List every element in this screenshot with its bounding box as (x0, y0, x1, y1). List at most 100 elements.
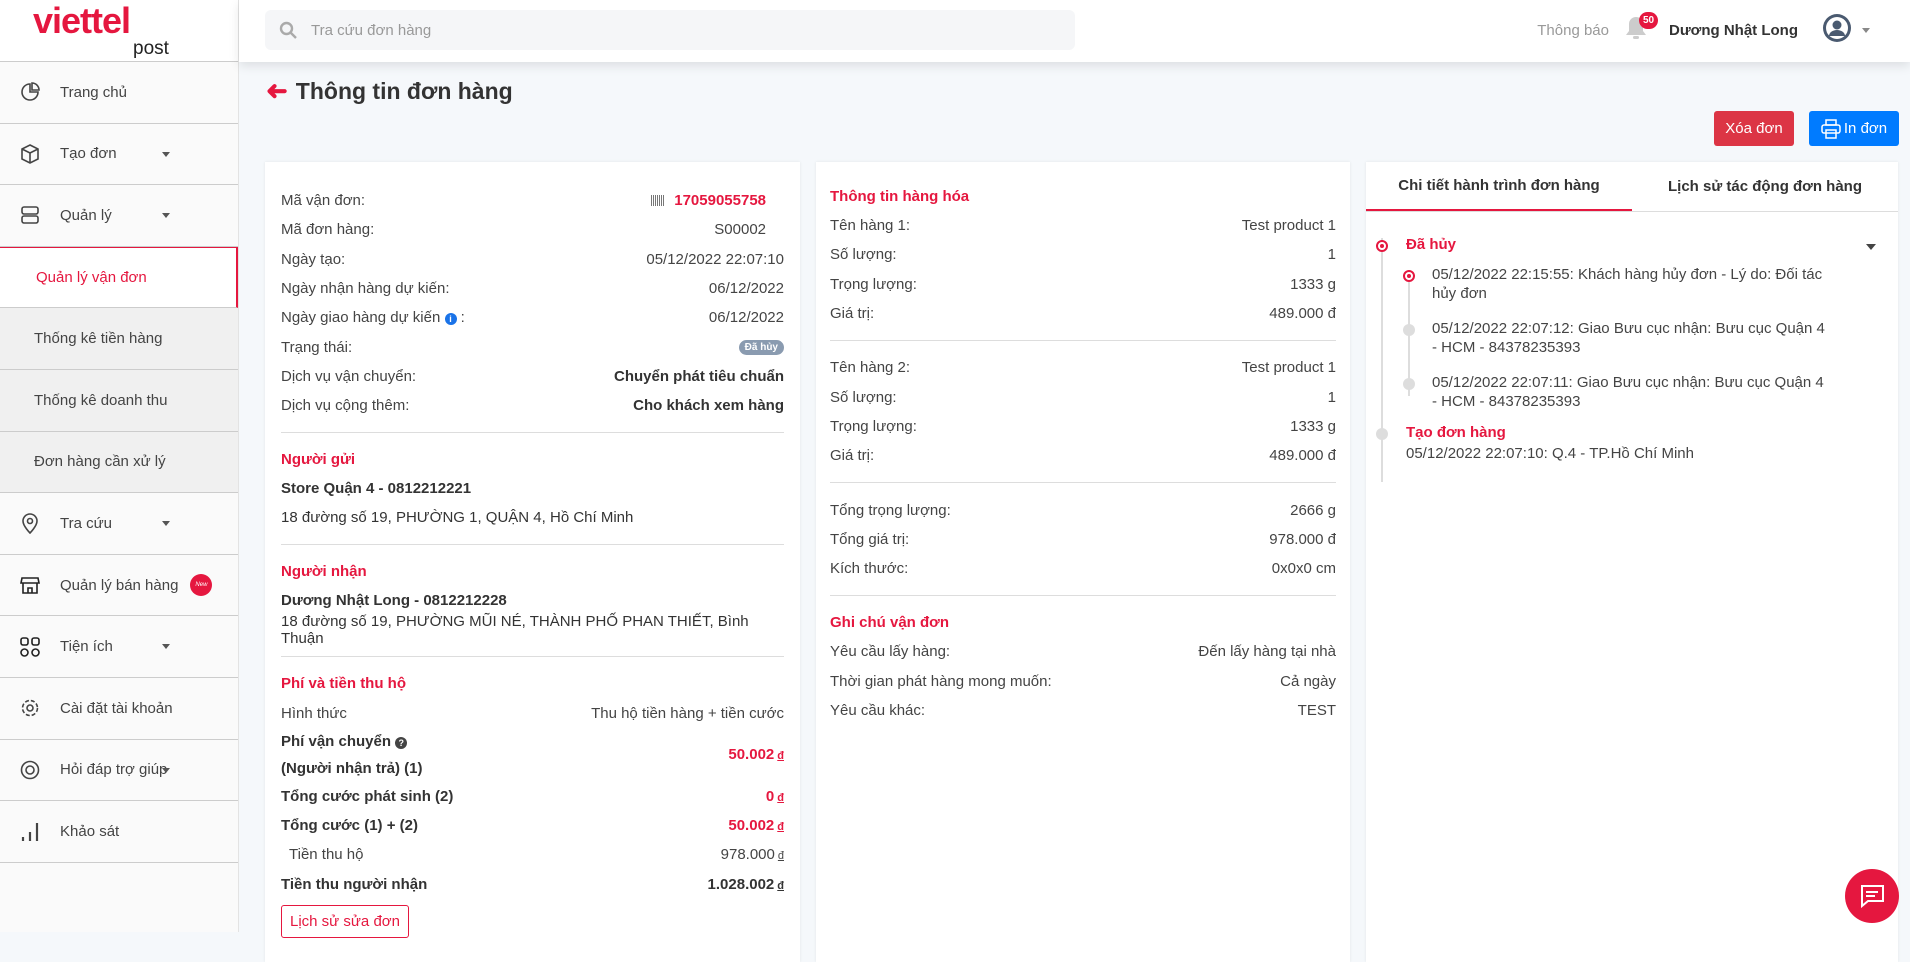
user-name[interactable]: Dương Nhật Long (1669, 22, 1798, 39)
created-order-title: Tạo đơn hàng (1406, 424, 1506, 441)
label: Kích thước: (830, 560, 909, 578)
expected-pickup-date: 06/12/2022 (708, 280, 784, 298)
sidebar-item-revenue-stats[interactable]: Thống kê doanh thu (0, 369, 238, 432)
sidebar-item-label: Trang chủ (60, 83, 127, 101)
caret-down-icon (162, 644, 170, 650)
sidebar-item-label: Quản lý bán hàng (60, 576, 179, 594)
sidebar-item-label: Quản lý (60, 206, 112, 224)
print-label: In đơn (1843, 120, 1888, 137)
notes-title: Ghi chú vận đơn (830, 614, 950, 632)
sidebar-item-manage[interactable]: Quản lý (0, 185, 238, 247)
status-cancelled[interactable]: Đã hủy (1406, 236, 1456, 253)
sidebar-item-create-order[interactable]: Tạo đơn (0, 124, 238, 186)
sidebar-item-goods-stats[interactable]: Thống kê tiền hàng (0, 308, 238, 370)
goods-row: Số lượng: 1 (830, 382, 1336, 411)
tab-journey-detail[interactable]: Chi tiết hành trình đơn hàng (1366, 162, 1632, 211)
weight: 1333 g (1290, 417, 1336, 435)
label: Hình thức (281, 704, 347, 722)
collapse-caret-icon[interactable] (1866, 244, 1876, 250)
total-value: 978.000 đ (1269, 530, 1336, 548)
bell-icon[interactable]: 50 (1625, 12, 1659, 45)
label: Tên hàng 1: (830, 217, 911, 235)
label: (Người nhận trả) (1) (281, 759, 423, 777)
product-name: Test product 1 (1241, 359, 1336, 377)
fees-title: Phí và tiền thu hộ (281, 675, 407, 693)
logo-sub: post (133, 38, 169, 59)
dimensions: 0x0x0 cm (1271, 560, 1336, 578)
page-title: ➜ Thông tin đơn hàng (266, 76, 513, 107)
label: Dịch vụ vận chuyển: (281, 367, 417, 385)
waybill-code[interactable]: 17059055758 (674, 192, 766, 209)
label: Số lượng: (830, 388, 897, 406)
label: Tổng cước phát sinh (2) (281, 787, 454, 805)
timeline-dot (1403, 324, 1415, 336)
sidebar-item-sales[interactable]: Quản lý bán hàng New (0, 555, 238, 617)
notifications-label[interactable]: Thông báo (1537, 22, 1609, 39)
label: Ngày tạo: (281, 250, 346, 268)
tab-action-history[interactable]: Lịch sử tác động đơn hàng (1632, 162, 1898, 211)
gear-icon (0, 698, 60, 718)
delivery-time: Cả ngày (1280, 672, 1336, 690)
value: 489.000 đ (1269, 305, 1336, 323)
sidebar-item-label: Khảo sát (60, 822, 120, 840)
caret-down-icon[interactable] (1862, 27, 1870, 33)
total-fee: 50.002 (728, 817, 775, 835)
sidebar-item-manage-waybill[interactable]: Quản lý vận đơn (0, 246, 238, 309)
search-input[interactable]: Tra cứu đơn hàng (265, 10, 1075, 50)
extra-fee: 0 (765, 787, 775, 805)
server-icon (0, 205, 60, 225)
sidebar-item-label: Thống kê tiền hàng (34, 330, 163, 348)
divider (281, 544, 784, 546)
sidebar-item-utilities[interactable]: Tiện ích (0, 616, 238, 678)
timeline: Đã hủy 05/12/2022 22:15:55: Khách hàng h… (1366, 212, 1898, 482)
goods-title: Thông tin hàng hóa (830, 188, 970, 205)
back-arrow-icon[interactable]: ➜ (266, 76, 288, 107)
sidebar-item-label: Cài đặt tài khoản (60, 699, 173, 717)
timeline-dot-active (1376, 240, 1388, 252)
edit-history-button[interactable]: Lịch sử sửa đơn (281, 904, 409, 938)
sidebar-item-home[interactable]: Trang chủ (0, 62, 238, 124)
goods-row: Số lượng: 1 (830, 240, 1336, 269)
avatar[interactable] (1822, 13, 1852, 47)
product-name: Test product 1 (1241, 217, 1336, 235)
chat-button[interactable] (1845, 869, 1899, 923)
print-order-button[interactable]: In đơn (1809, 111, 1899, 146)
goods-row: Giá trị: 489.000 đ (830, 299, 1336, 328)
label: Tiền thu người nhận (281, 875, 428, 893)
timeline-dot-active (1403, 270, 1415, 282)
timeline-event: 05/12/2022 22:07:11: Giao Bưu cục nhận: … (1432, 374, 1824, 410)
label: Dịch vụ cộng thêm: (281, 397, 410, 415)
label: Yêu cầu khác: (830, 702, 926, 719)
created-order-detail: 05/12/2022 22:07:10: Q.4 - TP.Hồ Chí Min… (1406, 445, 1694, 462)
sidebar-item-label: Thống kê doanh thu (34, 391, 168, 409)
search-placeholder: Tra cứu đơn hàng (311, 21, 432, 39)
receiver-address: 18 đường số 19, PHƯỜNG MŨI NÉ, THÀNH PHỐ… (281, 612, 749, 647)
weight: 1333 g (1290, 275, 1336, 293)
goods-row: Tên hàng 2: Test product 1 (830, 353, 1336, 382)
label: Giá trị: (830, 305, 875, 323)
expected-delivery-date: 06/12/2022 (708, 309, 784, 327)
search-icon (279, 21, 297, 39)
sidebar-item-account-settings[interactable]: Cài đặt tài khoản (0, 678, 238, 740)
shipping-service: Chuyển phát tiêu chuẩn (613, 367, 784, 385)
caret-down-icon (162, 521, 170, 527)
timeline-dot (1403, 378, 1415, 390)
lifebuoy-icon (0, 760, 60, 780)
help-icon[interactable]: ? (395, 736, 408, 749)
viettel-post-logo[interactable]: viettel post (0, 0, 238, 62)
sidebar-item-survey[interactable]: Khảo sát (0, 801, 238, 863)
timeline-dot (1376, 428, 1388, 440)
receiver-name: Dương Nhật Long - 0812212228 (281, 592, 507, 610)
sidebar-item-lookup[interactable]: Tra cứu (0, 493, 238, 555)
info-icon[interactable]: i (444, 313, 457, 326)
bar-chart-icon (0, 820, 60, 842)
sidebar-item-help[interactable]: Hỏi đáp trợ giúp (0, 740, 238, 802)
logo-word: viettel (33, 0, 131, 41)
sidebar-item-pending-orders[interactable]: Đơn hàng cần xử lý (0, 431, 238, 494)
delete-order-button[interactable]: Xóa đơn (1714, 111, 1794, 146)
label: Thời gian phát hàng mong muốn: (830, 672, 1052, 690)
label-suffix: : (460, 309, 465, 327)
label: Phí vận chuyển (281, 732, 392, 750)
cod-amount: 978.000 (720, 846, 775, 864)
new-badge: New (190, 574, 213, 597)
